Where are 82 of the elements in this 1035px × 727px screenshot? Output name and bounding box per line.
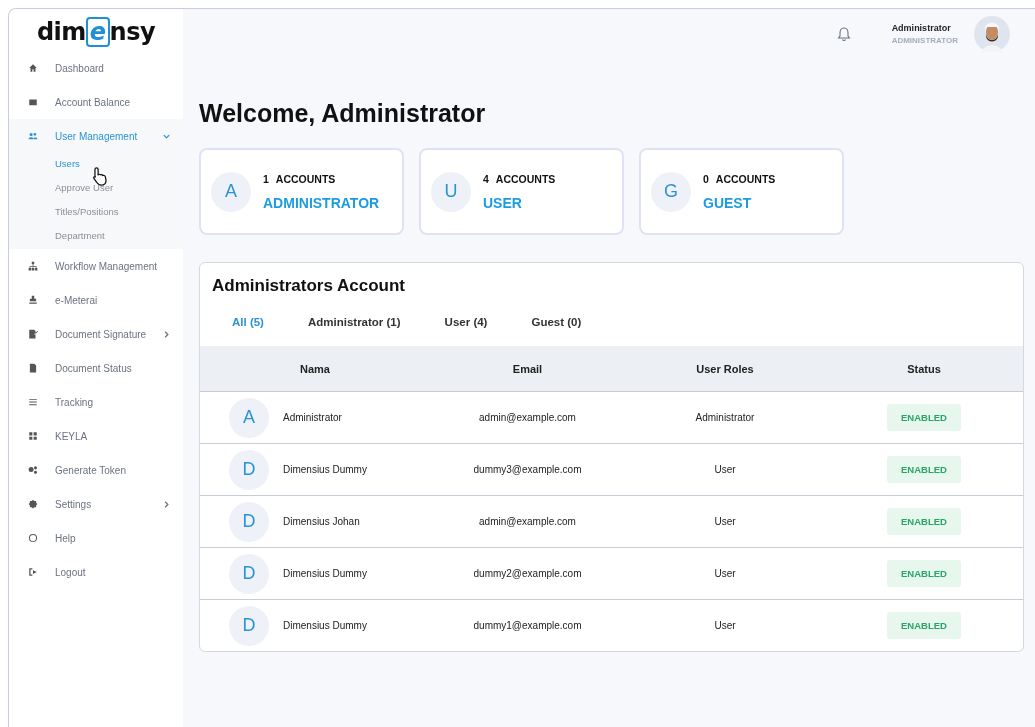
panel-title: Administrators Account [212,276,406,296]
table-cell: Dimensius Dummy [283,620,367,631]
sitemap-icon [28,261,38,271]
submenu-item[interactable]: Approve User [9,177,183,201]
submenu-item[interactable]: Users [9,153,183,177]
role-name: GUEST [703,194,753,211]
count-label: ACCOUNTS [495,172,556,185]
sidebar-item[interactable]: Generate Token [9,453,183,487]
table-cell: Dimensius Johan [283,516,360,527]
filter-tab[interactable]: Guest (0) [531,310,582,328]
filter-tab[interactable]: Administrator (1) [307,310,401,328]
initial-avatar: D [229,449,269,490]
avatar-icon[interactable] [974,16,1010,52]
count-label: ACCOUNTS [715,172,776,185]
document-icon [28,363,38,373]
status-badge: ENABLED [887,560,961,587]
sidebar-item[interactable]: Logout [9,555,183,589]
account-count: 0 [703,172,709,185]
sidebar-item[interactable]: Dashboard [9,51,183,85]
initial-avatar: D [229,605,269,646]
logo: dim e nsy [35,17,157,47]
status-badge: ENABLED [887,404,961,431]
sidebar-item[interactable]: Account Balance [9,85,183,119]
filter-tab[interactable]: User (4) [444,310,488,328]
sidebar-item[interactable]: User Management [9,119,183,153]
submenu-item[interactable]: Department [9,225,183,249]
table-cell: User [714,620,736,631]
account-count: 1 [263,172,269,185]
table-cell: admin@example.com [479,412,576,423]
help-icon [28,533,38,543]
document-pen-icon [28,329,38,339]
table-cell: Dimensius Dummy [283,464,367,475]
list-icon [28,397,38,407]
settings-icon [28,499,38,509]
user-role: ADMINISTRATOR [891,36,958,45]
notification-bell-icon[interactable] [835,26,852,42]
sidebar-item[interactable]: e-Meterai [9,283,183,317]
sidebar-item[interactable]: KEYLA [9,419,183,453]
account-count: 4 [483,172,489,185]
stamp-icon [28,295,38,305]
table-cell: User [714,464,736,475]
role-name: ADMINISTRATOR [263,194,380,211]
initial-avatar: G [651,171,691,212]
initial-avatar: A [229,397,269,438]
table-cell: Administrator [695,412,755,423]
column-header: Email [511,362,544,375]
initial-avatar: D [229,501,269,542]
role-name: USER [483,194,523,211]
table-cell: dummy1@example.com [473,620,582,631]
sidebar-item[interactable]: Workflow Management [9,249,183,283]
filter-tab[interactable]: All (5) [232,310,264,328]
table-cell: dummy2@example.com [473,568,582,579]
logout-icon [28,567,38,577]
page-title: Welcome, Administrator [199,99,487,128]
grid-icon [28,431,38,441]
hand-cursor-icon [91,166,110,187]
column-header: Nama [299,362,331,375]
submenu-item[interactable]: Titles/Positions [9,201,183,225]
initial-avatar: U [431,171,471,212]
initial-avatar: D [229,553,269,594]
initial-avatar: A [211,171,251,212]
table-cell: admin@example.com [479,516,576,527]
column-header: User Roles [695,362,755,375]
sidebar-item[interactable]: Settings [9,487,183,521]
home-icon [28,63,38,73]
sidebar-item[interactable]: Document Status [9,351,183,385]
sidebar-item[interactable]: Tracking [9,385,183,419]
users-icon [28,131,38,141]
column-header: Status [906,362,942,375]
table-cell: Administrator [283,412,342,423]
table-cell: Dimensius Dummy [283,568,367,579]
table-cell: dummy3@example.com [473,464,582,475]
status-badge: ENABLED [887,456,961,483]
status-badge: ENABLED [887,508,961,535]
wallet-icon [28,97,38,107]
table-cell: User [714,568,736,579]
count-label: ACCOUNTS [275,172,336,185]
table-cell: User [714,516,736,527]
sidebar-item[interactable]: Document Signature [9,317,183,351]
user-name: Administrator [891,23,952,33]
sidebar-item[interactable]: Help [9,521,183,555]
status-badge: ENABLED [887,612,961,639]
